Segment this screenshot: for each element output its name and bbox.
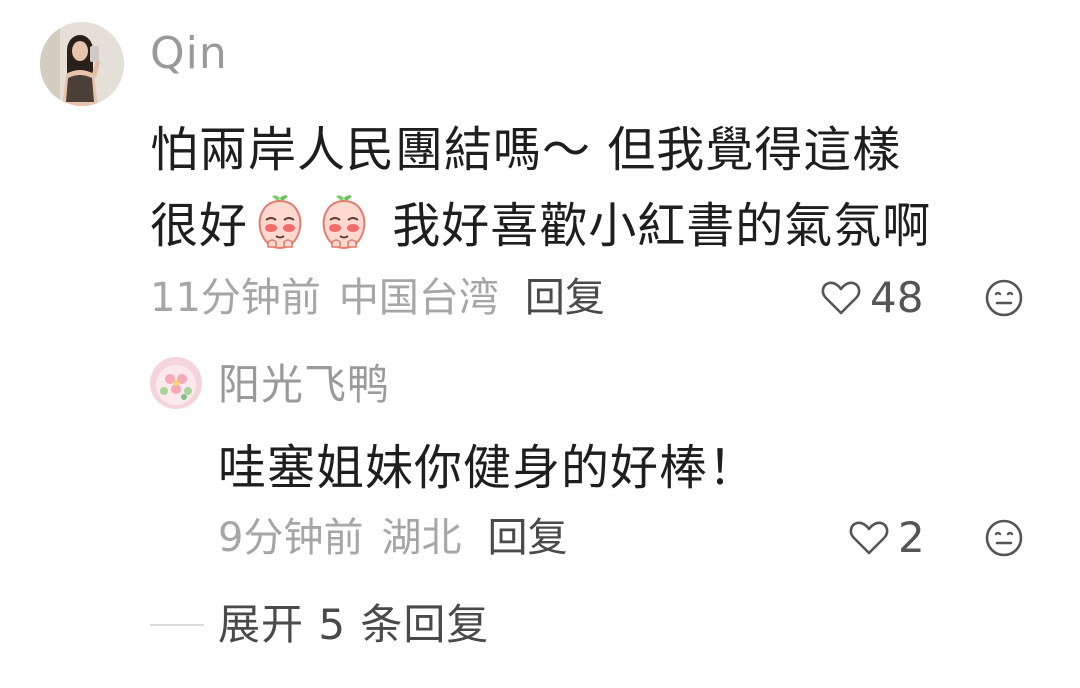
- comment-text-segment: 我好喜歡小紅書的氣氛啊: [376, 198, 932, 254]
- comment-meta: 11分钟前 中国台湾 回复: [150, 270, 605, 326]
- reply-meta: 9分钟前 湖北 回复: [218, 510, 567, 566]
- reply-button[interactable]: 回复: [487, 515, 567, 561]
- neutral-face-icon[interactable]: [984, 518, 1024, 558]
- reply-button[interactable]: 回复: [525, 275, 605, 321]
- heart-outline-icon: [849, 521, 889, 555]
- location: 中国台湾: [338, 275, 499, 321]
- user-avatar-photo: [40, 22, 124, 106]
- timestamp: 11分钟前: [150, 275, 321, 321]
- comment-text: 怕兩岸人民團結嗎～ 但我覺得這樣 很好 我好喜歡小紅書的氣氛啊: [150, 112, 1030, 264]
- heart-outline-icon: [821, 281, 861, 315]
- timestamp: 9分钟前: [218, 515, 364, 561]
- avatar[interactable]: [150, 357, 202, 409]
- avatar[interactable]: [40, 22, 124, 106]
- expand-replies-button[interactable]: 展开 5 条回复: [218, 596, 489, 654]
- neutral-face-icon[interactable]: [984, 278, 1024, 318]
- comment-text-line: 怕兩岸人民團結嗎～ 但我覺得這樣: [150, 122, 902, 178]
- like-count: 48: [870, 273, 924, 322]
- expand-divider: [150, 624, 204, 626]
- reply-text: 哇塞姐妹你健身的好棒！: [218, 440, 758, 496]
- like-button[interactable]: 48: [820, 270, 923, 326]
- like-count: 2: [898, 513, 925, 562]
- location: 湖北: [381, 515, 462, 561]
- username[interactable]: 阳光飞鸭: [218, 358, 390, 412]
- comment-text-segment: 很好: [150, 198, 249, 254]
- blushing-peach-emoji: [314, 192, 374, 252]
- flower-avatar: [150, 357, 202, 409]
- like-button[interactable]: 2: [848, 510, 925, 566]
- blushing-peach-emoji: [250, 192, 310, 252]
- comment-text-line: 很好 我好喜歡小紅書的氣氛啊: [150, 188, 1030, 264]
- username[interactable]: Qin: [150, 26, 228, 82]
